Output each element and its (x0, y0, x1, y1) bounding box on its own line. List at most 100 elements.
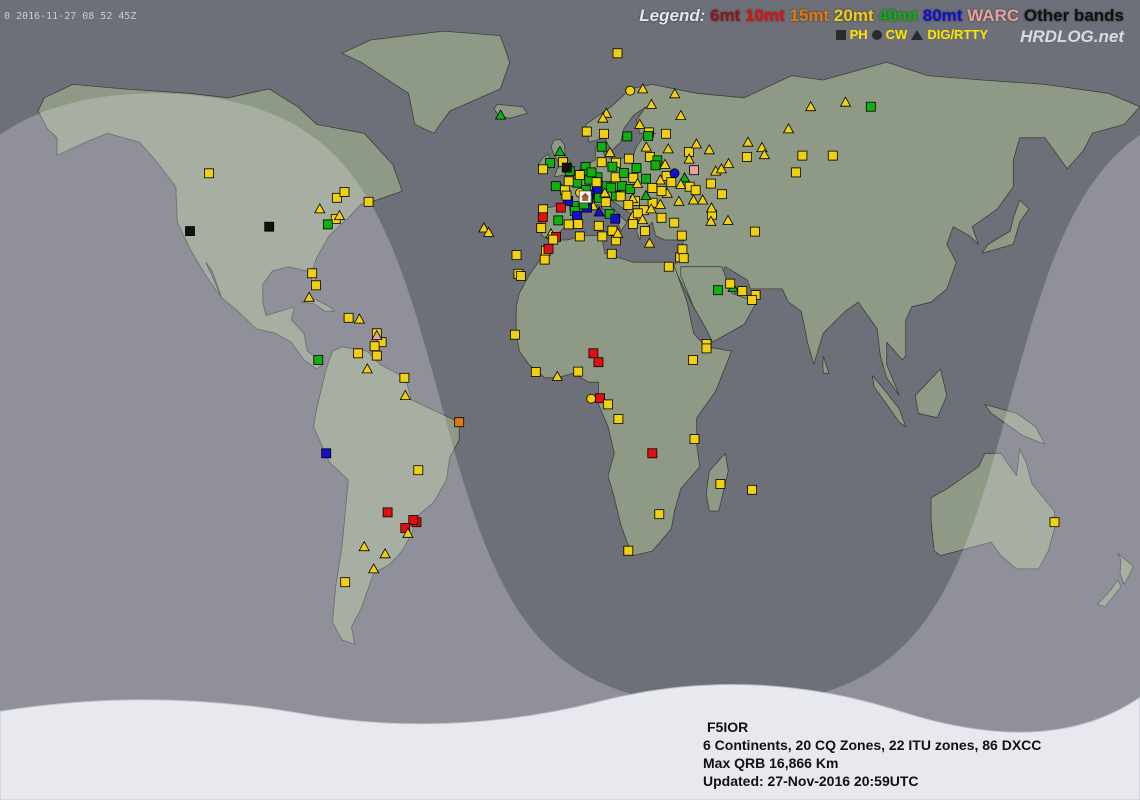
contact-26 (321, 448, 332, 459)
contact-122 (617, 180, 627, 191)
contact-0 (185, 226, 195, 237)
contact-132 (641, 173, 651, 184)
contact-28 (382, 507, 393, 518)
contact-2 (204, 168, 214, 179)
contact-44 (530, 367, 541, 377)
contact-150 (600, 197, 611, 208)
contact-67 (747, 295, 757, 305)
qso-world-map: 0 2016-11-27 08 52 45Z Legend: 6mt 10mt … (0, 0, 1140, 800)
contact-185 (586, 167, 597, 178)
contact-147 (610, 213, 621, 224)
contact-178 (606, 248, 617, 259)
contact-172 (573, 219, 584, 229)
contact-107 (631, 163, 642, 173)
square-icon (835, 29, 846, 40)
contact-142 (676, 230, 687, 241)
contact-58 (689, 434, 700, 445)
legend-title: Legend: (639, 6, 706, 25)
stats-summary: 6 Continents, 20 CQ Zones, 22 ITU zones,… (703, 737, 1042, 753)
contact-199 (628, 219, 638, 229)
contact-55 (747, 484, 757, 495)
contact-81 (827, 150, 838, 161)
contact-57 (623, 545, 634, 556)
home-station (578, 190, 592, 204)
contact-97 (622, 131, 633, 142)
legend-band-15mt: 15mt (789, 6, 830, 25)
contact-164 (563, 219, 574, 230)
contact-54 (715, 479, 726, 489)
contact-1 (264, 221, 275, 232)
contact-65 (737, 286, 748, 297)
legend-mode-cw: CW (885, 27, 908, 42)
contact-103 (596, 141, 607, 152)
contact-167 (536, 223, 547, 233)
contact-197 (632, 208, 643, 219)
circle-icon (871, 29, 882, 40)
contact-187 (606, 182, 617, 193)
contact-25 (454, 417, 465, 428)
contact-217 (669, 168, 680, 179)
contact-10 (307, 268, 318, 279)
legend-mode-ph: PH (849, 27, 868, 42)
contact-62 (678, 253, 689, 264)
contact-56 (654, 509, 665, 520)
contact-190 (618, 167, 629, 178)
contact-48 (588, 348, 599, 359)
legend-band-other: Other bands (1023, 6, 1124, 25)
contact-43 (509, 329, 520, 340)
contact-173 (597, 231, 608, 242)
contact-46 (586, 393, 597, 404)
contact-195 (623, 199, 634, 210)
contact-47 (573, 366, 584, 377)
contact-163 (553, 215, 564, 226)
contact-18 (369, 341, 380, 352)
contact-21 (313, 355, 324, 365)
contact-140 (656, 212, 667, 223)
contact-189 (624, 153, 634, 164)
site-name: HRDLOG.net (1020, 27, 1124, 46)
contact-181 (561, 190, 572, 201)
world-map-canvas (0, 0, 1140, 800)
contact-23 (399, 372, 410, 383)
contact-136 (689, 165, 699, 176)
contact-5 (363, 196, 374, 207)
triangle-icon (911, 29, 924, 40)
contact-168 (537, 212, 548, 223)
contact-63 (713, 285, 723, 296)
contact-36 (340, 577, 351, 588)
contact-42 (516, 271, 526, 281)
contact-157 (563, 176, 574, 187)
contact-211 (717, 189, 727, 200)
contact-176 (543, 243, 554, 254)
contact-71 (688, 355, 698, 365)
contact-77 (797, 150, 808, 161)
legend-band-80mt: 80mt (922, 6, 963, 25)
contact-13 (343, 312, 354, 323)
contact-165 (555, 202, 566, 213)
legend-band-10mt: 10mt (745, 6, 785, 25)
contact-109 (607, 161, 618, 172)
legend-mode-dig: DIG/RTTY (927, 27, 988, 42)
contact-221 (647, 183, 658, 193)
legend-band-20mt: 20mt (833, 6, 874, 25)
contact-110 (596, 157, 607, 168)
contact-87 (1049, 517, 1060, 528)
contact-222 (666, 177, 677, 188)
contact-51 (603, 399, 613, 410)
contact-123 (610, 172, 621, 183)
contact-70 (701, 343, 712, 354)
contact-141 (669, 217, 680, 228)
contact-27 (413, 465, 424, 476)
contact-8 (322, 219, 333, 230)
contact-52 (613, 414, 624, 425)
house-icon (578, 190, 592, 204)
legend-bands: Legend: 6mt 10mt 15mt 20mt 40mt 80mt WAR… (639, 6, 1124, 26)
contact-68 (725, 278, 736, 289)
contact-59 (663, 261, 674, 272)
contact-99 (643, 131, 654, 141)
contact-61 (677, 244, 688, 255)
legend-band-6mt: 6mt (710, 6, 741, 25)
legend-band-warc: WARC (967, 6, 1020, 25)
contact-11 (311, 280, 321, 291)
contact-201 (593, 220, 604, 231)
